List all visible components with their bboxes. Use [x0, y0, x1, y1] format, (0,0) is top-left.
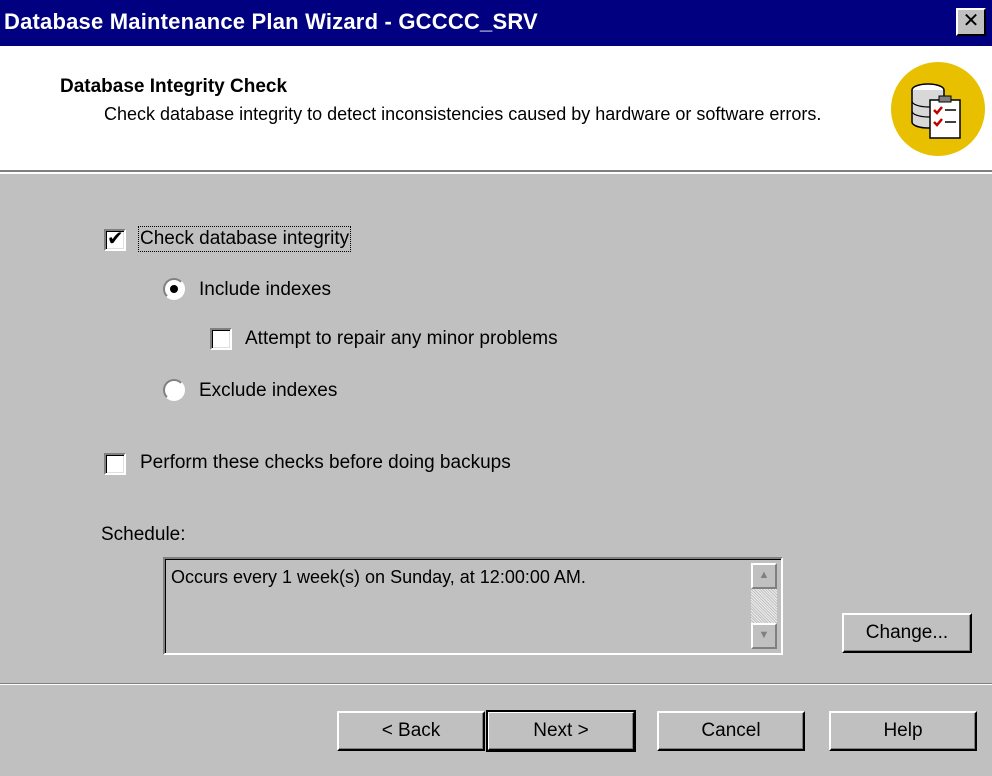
- checkmark-icon: ✔: [107, 228, 124, 250]
- close-icon: ✕: [962, 10, 980, 32]
- window-title: Database Maintenance Plan Wizard - GCCCC…: [4, 9, 538, 34]
- attempt-repair-label[interactable]: Attempt to repair any minor problems: [245, 328, 558, 350]
- arrow-down-icon: ▼: [758, 629, 770, 641]
- before-backups-label[interactable]: Perform these checks before doing backup…: [140, 452, 511, 474]
- before-backups-checkbox[interactable]: [104, 453, 126, 475]
- close-button[interactable]: ✕: [956, 8, 986, 36]
- include-indexes-label[interactable]: Include indexes: [199, 279, 331, 301]
- scroll-down-button[interactable]: ▼: [751, 623, 777, 649]
- schedule-text: Occurs every 1 week(s) on Sunday, at 12:…: [171, 567, 586, 587]
- schedule-scrollbar[interactable]: ▲ ▼: [751, 563, 777, 649]
- exclude-indexes-label[interactable]: Exclude indexes: [199, 380, 337, 402]
- title-bar[interactable]: Database Maintenance Plan Wizard - GCCCC…: [0, 0, 992, 46]
- wizard-window: Database Maintenance Plan Wizard - GCCCC…: [0, 0, 992, 776]
- attempt-repair-checkbox[interactable]: [210, 328, 232, 350]
- check-integrity-label[interactable]: Check database integrity: [137, 226, 352, 252]
- help-button[interactable]: Help: [829, 711, 977, 751]
- include-indexes-radio[interactable]: [163, 278, 185, 300]
- next-button[interactable]: Next >: [486, 710, 636, 752]
- change-button[interactable]: Change...: [842, 613, 972, 653]
- schedule-textbox[interactable]: Occurs every 1 week(s) on Sunday, at 12:…: [163, 557, 783, 655]
- header-divider: [0, 172, 992, 174]
- exclude-indexes-radio[interactable]: [163, 379, 185, 401]
- footer-divider: [0, 683, 992, 685]
- cancel-button[interactable]: Cancel: [657, 711, 805, 751]
- wizard-header: Database Integrity Check Check database …: [0, 46, 992, 172]
- back-button[interactable]: < Back: [337, 711, 485, 751]
- radio-selected-dot: [170, 285, 178, 293]
- check-integrity-checkbox[interactable]: ✔: [104, 228, 126, 251]
- schedule-label: Schedule:: [101, 524, 186, 545]
- scroll-up-button[interactable]: ▲: [751, 563, 777, 589]
- arrow-up-icon: ▲: [758, 569, 770, 581]
- page-title: Database Integrity Check: [60, 76, 288, 97]
- page-description: Check database integrity to detect incon…: [104, 104, 822, 124]
- database-checklist-icon: [891, 62, 985, 156]
